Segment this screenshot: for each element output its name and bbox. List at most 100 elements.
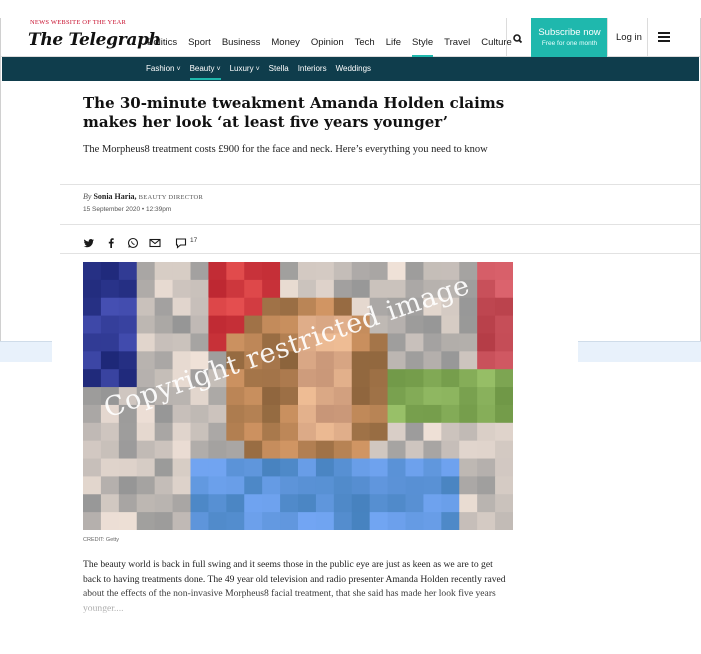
header-divider — [607, 18, 608, 57]
image-pixel — [333, 512, 353, 530]
image-pixel — [423, 404, 442, 424]
image-pixel — [405, 476, 425, 495]
subnav-item-stella[interactable]: Stella — [269, 64, 289, 73]
nav-item-money[interactable]: Money — [271, 37, 300, 48]
image-pixel — [136, 333, 156, 352]
login-button[interactable]: Log in — [616, 32, 642, 43]
image-pixel — [315, 369, 335, 388]
image-pixel — [100, 262, 120, 281]
image-pixel — [495, 387, 513, 406]
subnav-item-label: Beauty — [189, 64, 215, 73]
image-pixel — [100, 315, 120, 335]
image-pixel — [369, 404, 389, 424]
image-pixel — [100, 369, 120, 388]
image-pixel — [136, 422, 156, 442]
facebook-icon[interactable] — [105, 234, 117, 248]
image-pixel — [280, 279, 299, 299]
image-pixel — [154, 494, 174, 513]
subnav-item-luxury[interactable]: Luxury ˅ — [230, 64, 260, 73]
comment-icon[interactable] — [175, 234, 187, 249]
nav-item-culture[interactable]: Culture — [481, 37, 512, 48]
image-pixel — [459, 476, 478, 495]
image-pixel — [83, 512, 102, 530]
main-nav: Politics Sport Business Money Opinion Tech Lif… — [147, 37, 523, 58]
image-pixel — [387, 422, 407, 442]
image-pixel — [477, 387, 496, 406]
image-pixel — [387, 512, 407, 530]
nav-item-tech[interactable]: Tech — [355, 37, 375, 48]
image-pixel — [118, 512, 138, 530]
subnav-item-weddings[interactable]: Weddings — [336, 64, 371, 73]
image-pixel — [83, 476, 102, 495]
email-icon[interactable] — [149, 234, 161, 248]
comment-count[interactable]: 17 — [190, 237, 197, 244]
subnav-item-fashion[interactable]: Fashion ˅ — [146, 64, 181, 73]
image-pixel — [208, 512, 227, 530]
nav-item-travel[interactable]: Travel — [444, 37, 470, 48]
image-pixel — [244, 297, 263, 317]
image-pixel — [441, 333, 460, 352]
image-pixel — [262, 279, 281, 299]
image-pixel — [118, 333, 138, 352]
image-pixel — [441, 404, 460, 424]
image-pixel — [100, 279, 120, 299]
image-pixel — [208, 494, 227, 513]
image-pixel — [333, 440, 353, 460]
subnav-item-beauty[interactable]: Beauty ˅ — [189, 64, 221, 80]
image-pixel — [190, 440, 210, 460]
article-headline: The 30-minute tweakment Amanda Holden cl… — [83, 94, 505, 131]
image-pixel — [172, 422, 192, 442]
image-pixel — [208, 422, 227, 442]
subscribe-button[interactable]: Subscribe now Free for one month — [531, 18, 608, 57]
search-icon[interactable] — [509, 31, 527, 45]
whatsapp-icon[interactable] — [127, 234, 139, 249]
image-pixel — [83, 279, 102, 299]
image-pixel — [262, 440, 281, 460]
subnav-item-interiors[interactable]: Interiors — [298, 64, 327, 73]
image-pixel — [495, 315, 513, 335]
image-pixel — [351, 422, 371, 442]
image-pixel — [315, 512, 335, 530]
image-pixel — [333, 369, 353, 388]
nav-item-politics[interactable]: Politics — [147, 37, 177, 48]
image-pixel — [262, 315, 281, 335]
nav-item-opinion[interactable]: Opinion — [311, 37, 344, 48]
image-pixel — [280, 512, 299, 530]
image-pixel — [190, 333, 210, 352]
image-pixel — [226, 404, 245, 424]
image-pixel — [315, 458, 335, 477]
nav-item-sport[interactable]: Sport — [188, 37, 211, 48]
image-pixel — [244, 315, 263, 335]
image-pixel — [477, 315, 496, 335]
nav-item-business[interactable]: Business — [222, 37, 261, 48]
image-pixel — [262, 476, 281, 495]
nav-item-style[interactable]: Style — [412, 37, 434, 58]
image-pixel — [423, 333, 442, 352]
image-pixel — [226, 262, 245, 281]
image-pixel — [208, 404, 227, 424]
author-name[interactable]: Sonia Haria, — [93, 192, 136, 201]
image-pixel — [351, 351, 371, 370]
image-pixel — [405, 387, 425, 406]
image-pixel — [172, 494, 192, 513]
image-pixel — [405, 369, 425, 388]
image-pixel — [477, 440, 496, 460]
twitter-icon[interactable] — [83, 234, 95, 248]
section-subnav: Fashion ˅ Beauty ˅ Luxury ˅ Stella Interiors Wed… — [2, 57, 699, 81]
image-pixel — [298, 494, 317, 513]
image-pixel — [405, 440, 425, 460]
image-pixel — [154, 422, 174, 442]
image-pixel — [172, 315, 192, 335]
image-pixel — [262, 262, 281, 281]
image-pixel — [172, 440, 192, 460]
telegraph-logo[interactable]: The Telegraph — [28, 30, 161, 50]
nav-item-life[interactable]: Life — [386, 37, 401, 48]
image-pixel — [244, 512, 263, 530]
image-pixel — [369, 422, 389, 442]
menu-icon[interactable] — [658, 32, 670, 42]
image-pixel — [298, 297, 317, 317]
image-pixel — [477, 458, 496, 477]
image-pixel — [226, 476, 245, 495]
image-pixel — [423, 351, 442, 370]
image-pixel — [351, 387, 371, 406]
